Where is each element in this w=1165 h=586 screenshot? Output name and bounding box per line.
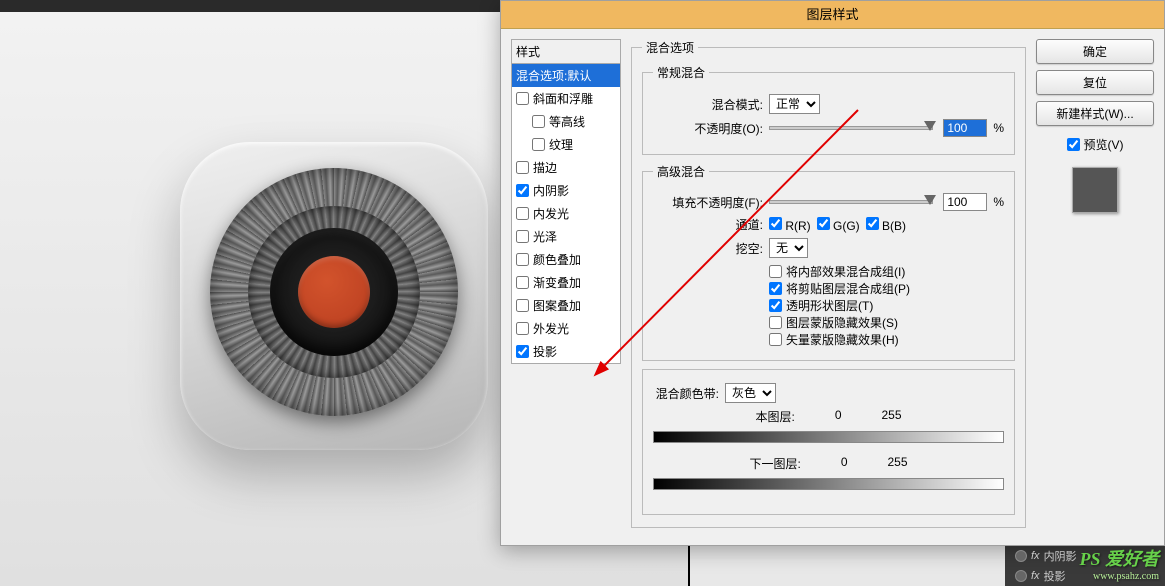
channel-g[interactable]: G(G) [817,217,860,233]
style-checkbox[interactable] [516,276,529,289]
this-layer-label: 本图层: [755,408,794,425]
style-row[interactable]: 颜色叠加 [512,248,620,271]
style-label: 外发光 [533,320,569,337]
preview-swatch [1072,167,1118,213]
blend-mode-label: 混合模式: [653,96,763,113]
opacity-value[interactable]: 100 [943,119,987,137]
cb-mask-hide[interactable] [769,316,782,329]
knockout-select[interactable]: 无 [769,238,808,258]
pct: % [993,121,1004,135]
channels-label: 通道: [653,216,763,233]
style-checkbox[interactable] [516,230,529,243]
opacity-label: 不透明度(O): [653,120,763,137]
styles-header: 样式 [511,39,621,63]
blendif-channel[interactable]: 灰色 [725,383,776,403]
cb-trans-shape[interactable] [769,299,782,312]
style-checkbox[interactable] [516,253,529,266]
preview-checkbox[interactable]: 预览(V) [1036,136,1154,153]
style-checkbox[interactable] [516,207,529,220]
dialog-buttons: 确定 复位 新建样式(W)... 预览(V) [1036,39,1154,535]
style-row[interactable]: 描边 [512,156,620,179]
style-checkbox[interactable] [516,184,529,197]
layer-style-dialog: 图层样式 样式 混合选项:默认斜面和浮雕等高线纹理描边内阴影内发光光泽颜色叠加渐… [500,0,1165,546]
style-row[interactable]: 内阴影 [512,179,620,202]
options-panel: 混合选项 常规混合 混合模式: 正常 不透明度(O): 10 [631,39,1026,535]
under-layer-label: 下一图层: [749,455,800,472]
style-row[interactable]: 图案叠加 [512,294,620,317]
style-row[interactable]: 投影 [512,340,620,363]
knockout-label: 挖空: [653,240,763,257]
watermark: PS 爱好者 www.psahz.com [1079,545,1159,582]
style-row[interactable]: 外发光 [512,317,620,340]
style-label: 图案叠加 [533,297,581,314]
style-label: 渐变叠加 [533,274,581,291]
styles-list: 混合选项:默认斜面和浮雕等高线纹理描边内阴影内发光光泽颜色叠加渐变叠加图案叠加外… [511,63,621,364]
new-style-button[interactable]: 新建样式(W)... [1036,101,1154,126]
style-label: 描边 [533,159,557,176]
style-checkbox[interactable] [516,299,529,312]
style-checkbox[interactable] [532,115,545,128]
styles-panel: 样式 混合选项:默认斜面和浮雕等高线纹理描边内阴影内发光光泽颜色叠加渐变叠加图案… [511,39,621,535]
style-checkbox[interactable] [516,161,529,174]
blendif-label: 混合颜色带: [653,385,719,402]
blendif-group: 混合颜色带: 灰色 本图层: 0 255 下一图层: 0 255 [642,369,1015,515]
style-row[interactable]: 纹理 [512,133,620,156]
style-label: 内阴影 [533,182,569,199]
pct: % [993,195,1004,209]
general-blend-group: 常规混合 混合模式: 正常 不透明度(O): 100 % [642,64,1015,155]
style-row[interactable]: 内发光 [512,202,620,225]
fill-label: 填充不透明度(F): [653,194,763,211]
style-row[interactable]: 混合选项:默认 [512,64,620,87]
style-label: 纹理 [549,136,573,153]
general-blend-legend: 常规混合 [653,64,709,81]
cancel-button[interactable]: 复位 [1036,70,1154,95]
style-checkbox[interactable] [516,345,529,358]
blending-options-group: 混合选项 常规混合 混合模式: 正常 不透明度(O): 10 [631,39,1026,528]
style-label: 投影 [533,343,557,360]
cb-inner-group[interactable] [769,265,782,278]
channel-r[interactable]: R(R) [769,217,811,233]
style-label: 斜面和浮雕 [533,90,593,107]
blending-options-legend: 混合选项 [642,39,698,56]
style-label: 光泽 [533,228,557,245]
fx-icon: fx [1031,570,1040,582]
this-layer-gradient[interactable] [653,431,1004,443]
style-row[interactable]: 光泽 [512,225,620,248]
visibility-icon[interactable] [1015,570,1027,582]
style-label: 等高线 [549,113,585,130]
style-row[interactable]: 渐变叠加 [512,271,620,294]
cb-clip-group[interactable] [769,282,782,295]
advanced-blend-legend: 高级混合 [653,163,709,180]
blend-mode-select[interactable]: 正常 [769,94,820,114]
channel-b[interactable]: B(B) [866,217,906,233]
opacity-slider[interactable] [769,126,933,130]
style-row[interactable]: 斜面和浮雕 [512,87,620,110]
advanced-blend-group: 高级混合 填充不透明度(F): 100 % 通道: R(R) G(G) B(B [642,163,1015,361]
dialog-title[interactable]: 图层样式 [501,1,1164,29]
fill-value[interactable]: 100 [943,193,987,211]
style-checkbox[interactable] [532,138,545,151]
style-label: 内发光 [533,205,569,222]
disc-red [298,256,370,328]
style-checkbox[interactable] [516,322,529,335]
under-layer-gradient[interactable] [653,478,1004,490]
ok-button[interactable]: 确定 [1036,39,1154,64]
fx-icon: fx [1031,550,1040,562]
cb-vector-hide[interactable] [769,333,782,346]
style-label: 颜色叠加 [533,251,581,268]
style-checkbox[interactable] [516,92,529,105]
style-row[interactable]: 等高线 [512,110,620,133]
style-label: 混合选项:默认 [516,67,591,84]
fill-slider[interactable] [769,200,933,204]
visibility-icon[interactable] [1015,550,1027,562]
